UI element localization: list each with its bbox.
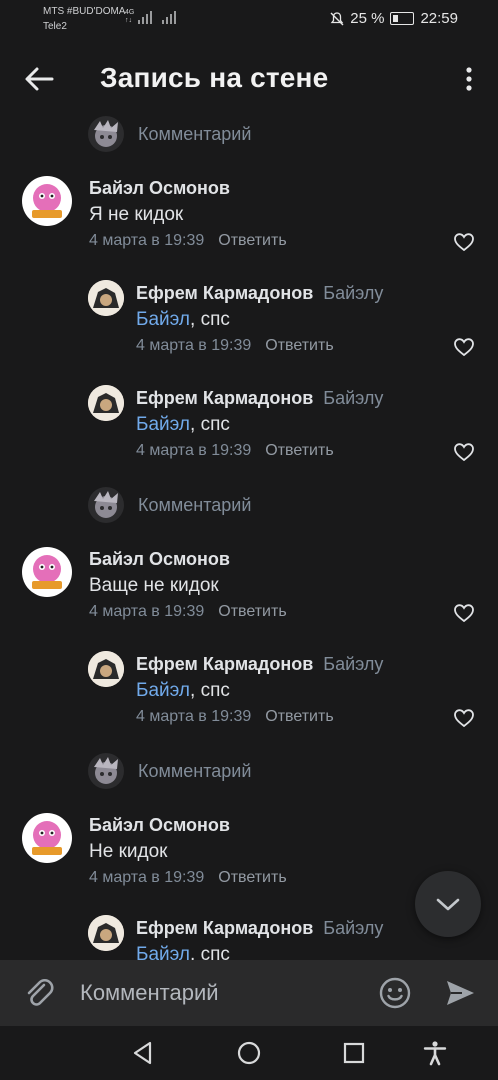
comment-author[interactable]: Ефрем Кармадонов Байэлу: [136, 283, 383, 304]
user-mention[interactable]: Байэл: [136, 309, 190, 330]
reply-to-label: Байэлу: [323, 654, 384, 674]
system-navigation-bar: [0, 1026, 498, 1080]
user-mention[interactable]: Байэл: [136, 414, 190, 435]
more-options-icon[interactable]: [464, 66, 474, 92]
comment-text: Я не кидок: [89, 204, 184, 225]
carrier-name: MTS #BUD'DOMA: [43, 6, 126, 17]
scroll-down-button[interactable]: [415, 871, 481, 937]
status-bar: MTS #BUD'DOMA Tele2 4G ↑↓ 25 % 22:59: [0, 0, 498, 40]
comment-author[interactable]: Ефрем Кармадонов Байэлу: [136, 654, 383, 675]
comment-input[interactable]: Комментарий: [80, 980, 219, 1006]
reply-stub-label: Комментарий: [138, 123, 252, 144]
comment-author[interactable]: Байэл Осмонов: [89, 178, 230, 199]
comment-date: 4 марта в 19:39: [136, 442, 252, 459]
comment-text-body: , спс: [190, 414, 230, 435]
signal-icon-secondary: [162, 11, 176, 24]
comment-author[interactable]: Байэл Осмонов: [89, 549, 230, 570]
carrier-name-secondary: Tele2: [43, 21, 67, 32]
send-icon[interactable]: [444, 977, 476, 1009]
signal-icon: [138, 11, 152, 24]
comment-text-body: , спс: [190, 944, 230, 960]
app-header: Запись на стене: [0, 50, 498, 106]
clock: 22:59: [420, 10, 458, 27]
comment-meta: 4 марта в 19:39 Ответить: [136, 337, 334, 355]
current-user-avatar: [88, 487, 124, 523]
battery-icon: [390, 12, 415, 25]
comment-date: 4 марта в 19:39: [136, 708, 252, 725]
reply-button[interactable]: Ответить: [218, 869, 286, 886]
current-user-avatar: [88, 753, 124, 789]
comment-meta: 4 марта в 19:39 Ответить: [89, 232, 287, 250]
chevron-down-icon: [436, 898, 460, 911]
comment-text: Байэл, спс: [136, 414, 230, 436]
comment-meta: 4 марта в 19:39 Ответить: [136, 442, 334, 460]
network-type: 4G ↑↓: [125, 9, 135, 24]
comment-text: Байэл, спс: [136, 944, 230, 960]
user-mention[interactable]: Байэл: [136, 680, 190, 701]
comment-meta: 4 марта в 19:39 Ответить: [136, 708, 334, 726]
back-triangle-icon[interactable]: [130, 1040, 156, 1066]
user-avatar[interactable]: [22, 176, 72, 226]
like-heart-icon[interactable]: [454, 709, 474, 727]
user-avatar[interactable]: [88, 280, 124, 316]
comment-composer: Комментарий: [0, 960, 498, 1026]
battery-percent: 25 %: [350, 10, 385, 27]
reply-composer-stub[interactable]: Комментарий: [88, 487, 251, 523]
comment-meta: 4 марта в 19:39 Ответить: [89, 603, 287, 621]
recents-square-icon[interactable]: [341, 1040, 367, 1066]
reply-stub-label: Комментарий: [138, 494, 252, 515]
comment-meta: 4 марта в 19:39 Ответить: [89, 869, 287, 887]
reply-to-label: Байэлу: [323, 388, 384, 408]
reply-composer-stub[interactable]: Комментарий: [88, 116, 251, 152]
comment-text: Байэл, спс: [136, 309, 230, 331]
user-avatar[interactable]: [22, 547, 72, 597]
reply-to-label: Байэлу: [323, 283, 384, 303]
like-heart-icon[interactable]: [454, 233, 474, 251]
reply-button[interactable]: Ответить: [265, 442, 333, 459]
current-user-avatar: [88, 116, 124, 152]
reply-composer-stub[interactable]: Комментарий: [88, 753, 251, 789]
comment-text: Ваще не кидок: [89, 575, 219, 596]
like-heart-icon[interactable]: [454, 604, 474, 622]
like-heart-icon[interactable]: [454, 443, 474, 461]
user-avatar[interactable]: [22, 813, 72, 863]
user-avatar[interactable]: [88, 385, 124, 421]
like-heart-icon[interactable]: [454, 338, 474, 356]
comment-author[interactable]: Ефрем Кармадонов Байэлу: [136, 388, 383, 409]
reply-button[interactable]: Ответить: [218, 232, 286, 249]
back-arrow-icon[interactable]: [22, 62, 56, 96]
comment-text-body: , спс: [190, 680, 230, 701]
mute-icon: [330, 11, 344, 25]
reply-button[interactable]: Ответить: [218, 603, 286, 620]
page-title: Запись на стене: [100, 62, 329, 93]
comment-author[interactable]: Байэл Осмонов: [89, 815, 230, 836]
comment-text: Не кидок: [89, 841, 168, 862]
comment-date: 4 марта в 19:39: [89, 232, 205, 249]
user-mention[interactable]: Байэл: [136, 944, 190, 960]
paperclip-icon[interactable]: [22, 976, 56, 1010]
reply-stub-label: Комментарий: [138, 760, 252, 781]
reply-button[interactable]: Ответить: [265, 337, 333, 354]
user-avatar[interactable]: [88, 915, 124, 951]
comment-text-body: , спс: [190, 309, 230, 330]
comment-author[interactable]: Ефрем Кармадонов Байэлу: [136, 918, 383, 939]
user-avatar[interactable]: [88, 651, 124, 687]
home-circle-icon[interactable]: [236, 1040, 262, 1066]
accessibility-icon[interactable]: [422, 1040, 448, 1066]
emoji-icon[interactable]: [378, 976, 412, 1010]
comment-date: 4 марта в 19:39: [136, 337, 252, 354]
reply-button[interactable]: Ответить: [265, 708, 333, 725]
comment-date: 4 марта в 19:39: [89, 869, 205, 886]
comment-date: 4 марта в 19:39: [89, 603, 205, 620]
reply-to-label: Байэлу: [323, 918, 384, 938]
comment-text: Байэл, спс: [136, 680, 230, 702]
